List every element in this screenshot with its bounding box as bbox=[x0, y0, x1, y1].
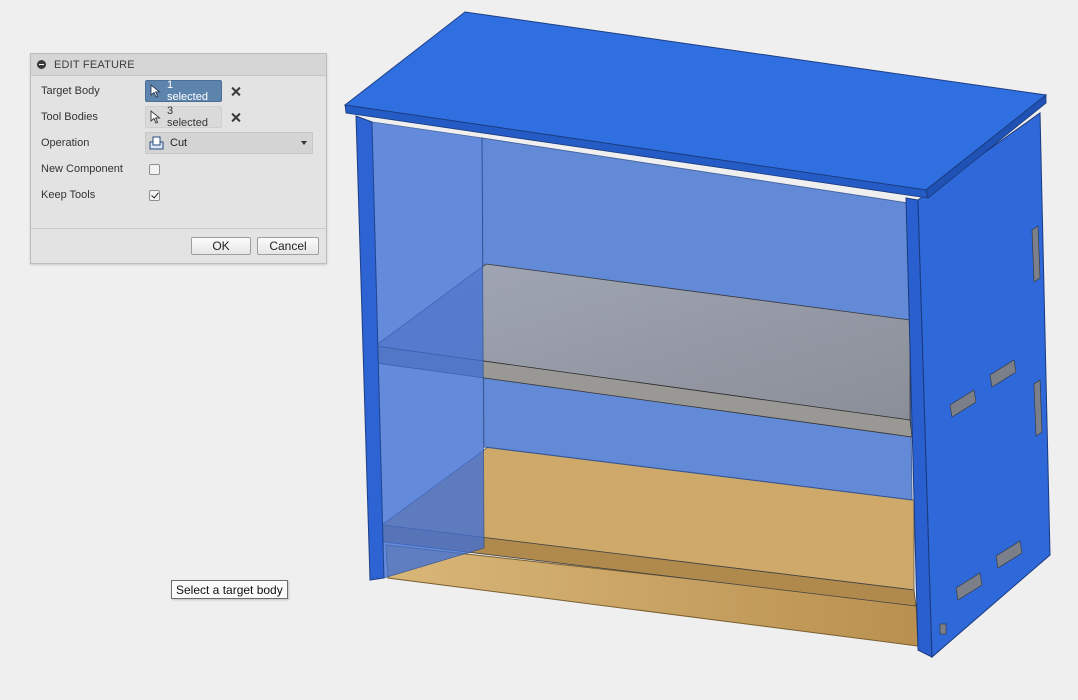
target-body-select-button[interactable]: 1 selected bbox=[145, 79, 222, 103]
selection-tooltip: Select a target body bbox=[171, 580, 288, 599]
operation-label: Operation bbox=[41, 137, 90, 149]
tool-bodies-select-button[interactable]: 3 selected bbox=[145, 105, 222, 129]
left-side-inner[interactable] bbox=[371, 121, 485, 579]
clear-tool-bodies-icon[interactable] bbox=[231, 113, 240, 122]
keep-tools-row: Keep Tools bbox=[31, 183, 326, 207]
cut-operation-icon bbox=[149, 136, 164, 150]
keep-tools-checkbox[interactable] bbox=[149, 189, 160, 201]
operation-value: Cut bbox=[170, 137, 188, 149]
new-component-row: New Component bbox=[31, 157, 326, 181]
tool-bodies-row: Tool Bodies 3 selected bbox=[31, 105, 326, 129]
panel-header[interactable]: EDIT FEATURE bbox=[31, 54, 326, 76]
right-side-panel[interactable] bbox=[917, 112, 1051, 659]
cursor-icon bbox=[150, 84, 161, 98]
target-body-label: Target Body bbox=[41, 85, 100, 97]
dropdown-caret-icon bbox=[301, 141, 307, 145]
new-component-label: New Component bbox=[41, 163, 123, 175]
panel-title: EDIT FEATURE bbox=[54, 58, 135, 71]
tool-bodies-label: Tool Bodies bbox=[41, 111, 98, 123]
tool-bodies-value: 3 selected bbox=[166, 105, 208, 129]
target-body-row: Target Body 1 selected bbox=[31, 79, 326, 103]
clear-target-body-icon[interactable] bbox=[231, 87, 240, 96]
cursor-icon bbox=[150, 110, 161, 124]
operation-row: Operation Cut bbox=[31, 131, 326, 155]
collapse-icon[interactable] bbox=[37, 60, 46, 69]
cancel-button[interactable]: Cancel bbox=[257, 237, 319, 255]
edit-feature-panel: EDIT FEATURE Target Body 1 selected Tool… bbox=[30, 53, 327, 264]
panel-divider bbox=[31, 228, 326, 229]
ok-button[interactable]: OK bbox=[191, 237, 251, 255]
operation-dropdown[interactable]: Cut bbox=[145, 132, 313, 154]
new-component-checkbox[interactable] bbox=[149, 163, 160, 175]
keep-tools-label: Keep Tools bbox=[41, 189, 96, 201]
target-body-value: 1 selected bbox=[166, 79, 208, 103]
